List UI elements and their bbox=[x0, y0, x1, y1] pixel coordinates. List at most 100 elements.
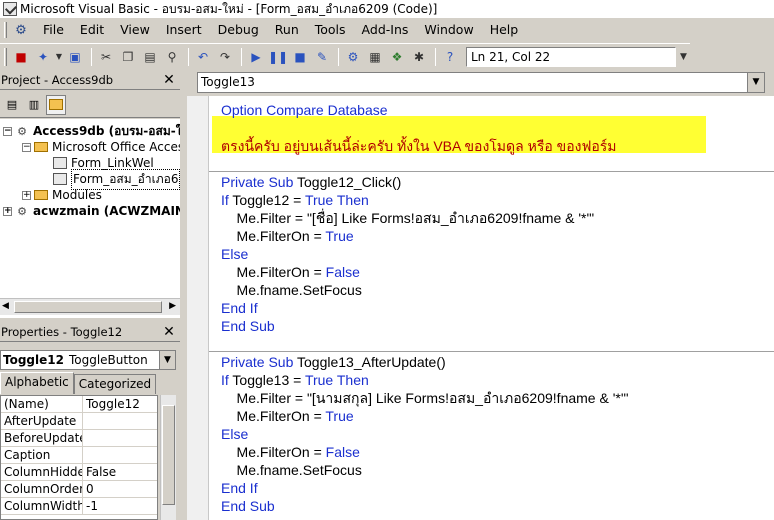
expand-icon[interactable]: + bbox=[3, 206, 12, 216]
toolbox-icon[interactable]: ✱ bbox=[409, 47, 429, 67]
object-browser-icon[interactable]: ❖ bbox=[387, 47, 407, 67]
collapse-icon[interactable]: − bbox=[3, 126, 12, 136]
redo-icon[interactable]: ↷ bbox=[215, 47, 235, 67]
object-combo[interactable]: Toggle13 ▼ bbox=[197, 72, 765, 93]
expand-icon[interactable]: + bbox=[22, 190, 31, 200]
chevron-down-icon[interactable]: ▼ bbox=[159, 351, 175, 369]
break-icon[interactable]: ❚❚ bbox=[268, 47, 288, 67]
properties-tabs: Alphabetic Categorized bbox=[0, 372, 180, 394]
property-row[interactable]: ColumnWidth -1 bbox=[1, 498, 157, 515]
project-tree-hscrollbar[interactable]: ◀ ▶ bbox=[0, 298, 180, 315]
menu-help[interactable]: Help bbox=[482, 20, 527, 40]
menu-insert[interactable]: Insert bbox=[158, 20, 210, 40]
property-row[interactable]: ColumnHiddenFalse bbox=[1, 464, 157, 481]
object-name: Toggle12 bbox=[3, 353, 64, 367]
menu-run[interactable]: Run bbox=[267, 20, 307, 40]
property-row[interactable]: ColumnOrder 0 bbox=[1, 481, 157, 498]
property-row[interactable]: (Name) Toggle12 bbox=[1, 396, 157, 413]
menu-debug[interactable]: Debug bbox=[210, 20, 267, 40]
menu-bar: ⚙ File Edit View Insert Debug Run Tools … bbox=[0, 19, 774, 41]
vba-editor-window: Microsoft Visual Basic - อบรม-อสม-ใหม่ -… bbox=[0, 0, 774, 520]
tab-alphabetic[interactable]: Alphabetic bbox=[0, 372, 74, 394]
property-value[interactable]: Toggle12 bbox=[83, 396, 157, 412]
code-keyword: End If bbox=[221, 300, 258, 316]
copy-icon[interactable]: ❐ bbox=[118, 47, 138, 67]
menu-tools[interactable]: Tools bbox=[307, 20, 354, 40]
design-mode-icon[interactable]: ✎ bbox=[312, 47, 332, 67]
view-object-icon[interactable]: ▥ bbox=[24, 95, 44, 115]
standard-toolbar: ■ ✦ ▼ ▣ ✂ ❐ ▤ ⚲ ↶ ↷ ▶ ❚❚ ■ ✎ ⚙ ▦ ❖ ✱ ? L… bbox=[0, 43, 690, 69]
tab-categorized[interactable]: Categorized bbox=[73, 374, 157, 394]
toolbar-options-chevron-icon[interactable]: ▼ bbox=[680, 52, 690, 66]
save-icon[interactable]: ▣ bbox=[65, 47, 85, 67]
properties-vscrollbar[interactable] bbox=[160, 395, 176, 520]
property-name: BeforeUpdate bbox=[1, 430, 83, 446]
reset-icon[interactable]: ■ bbox=[290, 47, 310, 67]
menu-add-ins[interactable]: Add-Ins bbox=[354, 20, 417, 40]
vertical-splitter[interactable] bbox=[181, 70, 185, 520]
undo-icon[interactable]: ↶ bbox=[193, 47, 213, 67]
vba-menu-icon[interactable]: ⚙ bbox=[13, 22, 29, 38]
insert-module-icon[interactable]: ✦ bbox=[33, 47, 53, 67]
property-value[interactable]: 0 bbox=[83, 481, 157, 497]
property-value[interactable] bbox=[83, 447, 157, 463]
code-keyword: True bbox=[325, 408, 354, 424]
property-row[interactable]: AfterUpdate bbox=[1, 413, 157, 430]
menu-file[interactable]: File bbox=[35, 20, 72, 40]
collapse-icon[interactable]: − bbox=[22, 142, 31, 152]
procedure-separator bbox=[209, 171, 774, 172]
object-combo-value: Toggle13 bbox=[201, 75, 255, 89]
insert-dropdown-icon[interactable]: ▼ bbox=[55, 47, 63, 67]
project-panel-title: Project - Access9db bbox=[1, 72, 114, 87]
code-keyword: If bbox=[221, 192, 233, 208]
property-name: AfterUpdate bbox=[1, 413, 83, 429]
tree-item[interactable]: + ⚙ acwzmain (ACWZMAIN) bbox=[3, 203, 180, 219]
project-panel-close-icon[interactable]: ✕ bbox=[161, 72, 177, 88]
menubar-grip[interactable] bbox=[4, 22, 7, 38]
property-row[interactable]: Caption bbox=[1, 447, 157, 464]
folder-icon bbox=[34, 142, 48, 152]
property-value[interactable]: False bbox=[83, 464, 157, 480]
scroll-thumb[interactable] bbox=[14, 301, 162, 313]
run-icon[interactable]: ▶ bbox=[246, 47, 266, 67]
code-text: Toggle13_AfterUpdate() bbox=[297, 354, 446, 370]
tree-item[interactable]: − ⚙ Access9db (อบรม-อสม-ใ bbox=[3, 123, 180, 139]
cut-icon[interactable]: ✂ bbox=[96, 47, 116, 67]
properties-panel-close-icon[interactable]: ✕ bbox=[161, 324, 177, 340]
code-editor[interactable]: Option Compare Database ตรงนี้ครับ อยู่บน… bbox=[187, 96, 774, 520]
help-icon[interactable]: ? bbox=[440, 47, 460, 67]
paste-icon[interactable]: ▤ bbox=[140, 47, 160, 67]
code-line: End If bbox=[221, 299, 258, 317]
code-line: Me.FilterOn = True bbox=[221, 407, 354, 425]
chevron-down-icon[interactable]: ▼ bbox=[747, 73, 764, 92]
tree-item[interactable]: − Microsoft Office Access bbox=[22, 139, 180, 155]
code-text: Me.FilterOn = bbox=[221, 264, 326, 280]
tree-item[interactable]: + Modules bbox=[22, 187, 102, 203]
code-text: Me.FilterOn = bbox=[221, 408, 326, 424]
toolbar-grip[interactable] bbox=[4, 47, 7, 66]
view-access-icon[interactable]: ■ bbox=[11, 47, 31, 67]
scroll-left-icon[interactable]: ◀ bbox=[2, 301, 9, 311]
code-line: Me.fname.SetFocus bbox=[221, 281, 362, 299]
scroll-right-icon[interactable]: ▶ bbox=[169, 301, 176, 311]
project-tree: − ⚙ Access9db (อบรม-อสม-ใ − Microsoft Office… bbox=[0, 119, 180, 319]
vba-app-icon[interactable] bbox=[3, 2, 17, 16]
view-code-icon[interactable]: ▤ bbox=[2, 95, 22, 115]
properties-window-icon[interactable]: ▦ bbox=[365, 47, 385, 67]
code-keyword: End If bbox=[221, 480, 258, 496]
margin-indicator-bar[interactable] bbox=[187, 96, 209, 520]
menu-view[interactable]: View bbox=[112, 20, 158, 40]
property-row[interactable]: BeforeUpdate bbox=[1, 430, 157, 447]
menu-window[interactable]: Window bbox=[416, 20, 481, 40]
property-value[interactable] bbox=[83, 430, 157, 446]
title-bar: Microsoft Visual Basic - อบรม-อสม-ใหม่ -… bbox=[0, 0, 774, 18]
property-value[interactable]: -1 bbox=[83, 498, 157, 514]
tree-item[interactable]: Form_อสม_อำเภอ6 bbox=[41, 168, 180, 190]
property-value[interactable] bbox=[83, 413, 157, 429]
toggle-folders-icon[interactable] bbox=[46, 94, 66, 115]
project-explorer-icon[interactable]: ⚙ bbox=[343, 47, 363, 67]
find-icon[interactable]: ⚲ bbox=[162, 47, 182, 67]
properties-object-select[interactable]: Toggle12 ToggleButton ▼ bbox=[0, 350, 176, 370]
menu-edit[interactable]: Edit bbox=[72, 20, 112, 40]
scroll-thumb[interactable] bbox=[162, 405, 175, 505]
